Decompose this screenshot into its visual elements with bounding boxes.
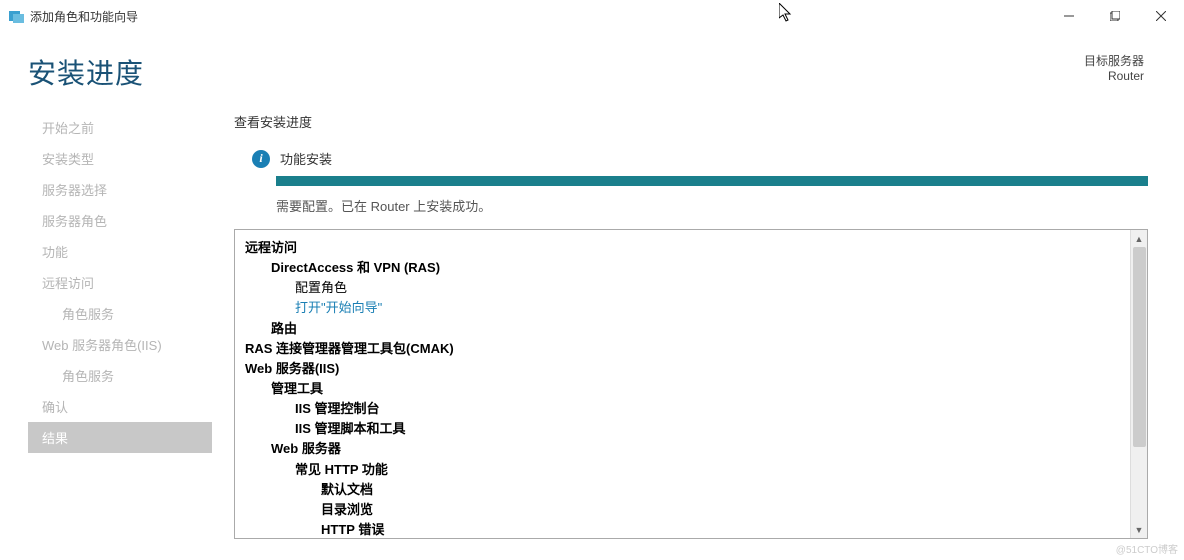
minimize-button[interactable] (1046, 0, 1092, 32)
info-icon: i (252, 150, 270, 168)
main-panel: 查看安装进度 i 功能安装 需要配置。已在 Router 上安装成功。 远程访问… (220, 112, 1184, 539)
close-button[interactable] (1138, 0, 1184, 32)
status-title: 功能安装 (280, 149, 332, 168)
scroll-thumb[interactable] (1133, 247, 1146, 447)
status-line: i 功能安装 (234, 149, 1148, 168)
maximize-button[interactable] (1092, 0, 1138, 32)
window-title: 添加角色和功能向导 (30, 8, 138, 25)
scrollbar[interactable]: ▲ ▼ (1130, 230, 1147, 538)
sidebar-item-0[interactable]: 开始之前 (28, 112, 212, 143)
tree-node: Web 服务器(IIS) (245, 359, 1143, 379)
sidebar-item-5[interactable]: 远程访问 (28, 267, 212, 298)
tree-node: IIS 管理脚本和工具 (245, 419, 1143, 439)
tree-node: DirectAccess 和 VPN (RAS) (245, 258, 1143, 278)
tree-node: 常见 HTTP 功能 (245, 460, 1143, 480)
tree-node: 路由 (245, 319, 1143, 339)
tree-node: HTTP 错误 (245, 520, 1143, 539)
tree-node: 管理工具 (245, 379, 1143, 399)
tree-node: Web 服务器 (245, 439, 1143, 459)
status-message: 需要配置。已在 Router 上安装成功。 (276, 196, 1148, 215)
window-titlebar: 添加角色和功能向导 (0, 0, 1184, 32)
page-header: 安装进度 目标服务器 Router (0, 32, 1184, 102)
target-server-name: Router (1084, 69, 1144, 83)
tree-node: 远程访问 (245, 238, 1143, 258)
results-box: 远程访问DirectAccess 和 VPN (RAS)配置角色打开"开始向导"… (234, 229, 1148, 539)
window-controls (1046, 0, 1184, 32)
sidebar-item-6[interactable]: 角色服务 (28, 298, 212, 329)
wizard-sidebar: 开始之前安装类型服务器选择服务器角色功能远程访问角色服务Web 服务器角色(II… (0, 112, 220, 539)
open-wizard-link[interactable]: 打开"开始向导" (245, 298, 1143, 318)
sidebar-item-3[interactable]: 服务器角色 (28, 205, 212, 236)
scroll-up-icon[interactable]: ▲ (1131, 230, 1147, 247)
page-title: 安装进度 (28, 52, 144, 92)
sidebar-item-10[interactable]: 结果 (28, 422, 212, 453)
sidebar-item-1[interactable]: 安装类型 (28, 143, 212, 174)
sidebar-item-2[interactable]: 服务器选择 (28, 174, 212, 205)
sidebar-item-9[interactable]: 确认 (28, 391, 212, 422)
app-icon (8, 8, 24, 24)
tree-node: 配置角色 (245, 278, 1143, 298)
tree-node: RAS 连接管理器管理工具包(CMAK) (245, 339, 1143, 359)
tree-node: 目录浏览 (245, 500, 1143, 520)
sidebar-item-4[interactable]: 功能 (28, 236, 212, 267)
tree-node: IIS 管理控制台 (245, 399, 1143, 419)
sidebar-item-8[interactable]: 角色服务 (28, 360, 212, 391)
results-tree: 远程访问DirectAccess 和 VPN (RAS)配置角色打开"开始向导"… (245, 238, 1143, 539)
scroll-down-icon[interactable]: ▼ (1131, 521, 1147, 538)
sidebar-item-7[interactable]: Web 服务器角色(IIS) (28, 329, 212, 360)
watermark: @51CTO博客 (1116, 541, 1178, 556)
target-server-label: 目标服务器 (1084, 52, 1144, 69)
view-progress-label: 查看安装进度 (234, 112, 1148, 131)
progress-bar (276, 176, 1148, 186)
tree-node: 默认文档 (245, 480, 1143, 500)
